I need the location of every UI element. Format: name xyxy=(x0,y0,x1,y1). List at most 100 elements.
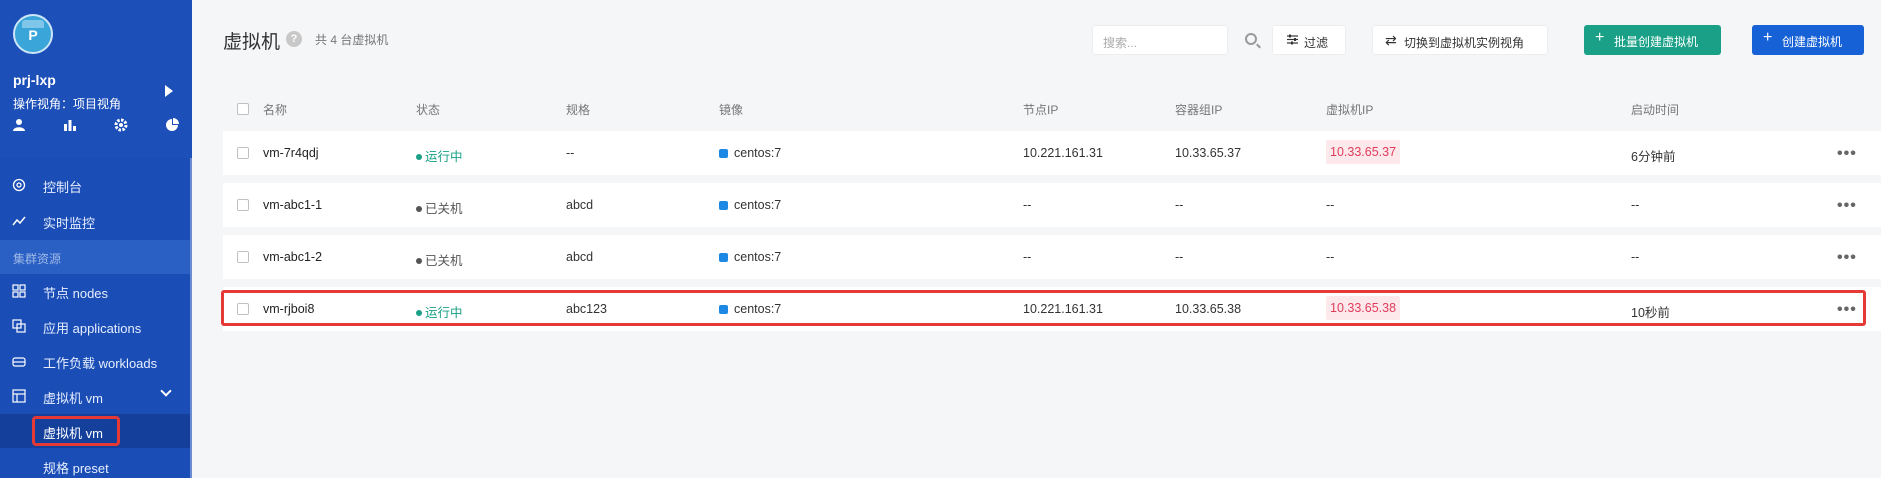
vm-name-link[interactable]: vm-rjboi8 xyxy=(263,302,314,316)
more-actions-icon[interactable]: ••• xyxy=(1837,249,1857,267)
user-icon[interactable] xyxy=(10,118,28,136)
sidebar-item-workloads[interactable]: 工作负载 workloads xyxy=(0,344,190,378)
sidebar-item-label: 实时监控 xyxy=(43,216,96,231)
expand-arrow-icon[interactable] xyxy=(165,85,173,97)
sidebar-menu: 控制台 实时监控 集群资源 节点 nodes 应用 applications 工… xyxy=(0,158,190,478)
sidebar-item-label: 规格 preset xyxy=(43,461,109,476)
switch-view-button[interactable]: ⇄ 切换到虚拟机实例视角 xyxy=(1372,25,1548,55)
table-row[interactable]: vm-abc1-2 已关机 abcd centos:7 -- -- -- -- … xyxy=(223,235,1881,279)
col-vm-ip: 虚拟机IP xyxy=(1326,103,1374,117)
status-badge: 已关机 xyxy=(416,250,463,269)
row-checkbox[interactable] xyxy=(237,147,249,159)
row-checkbox[interactable] xyxy=(237,303,249,315)
sidebar-item-nodes[interactable]: 节点 nodes xyxy=(0,274,190,308)
status-badge: 运行中 xyxy=(416,302,463,321)
sidebar-item-label: 控制台 xyxy=(43,180,83,195)
create-vm-button[interactable]: + 创建虚拟机 xyxy=(1752,25,1864,55)
spec-value: abcd xyxy=(566,198,594,212)
plus-icon: + xyxy=(1595,29,1605,46)
col-pod-ip: 容器组IP xyxy=(1175,103,1223,117)
more-actions-icon[interactable]: ••• xyxy=(1837,197,1857,215)
page-title: 虚拟机 xyxy=(223,32,281,53)
gear-icon[interactable] xyxy=(112,118,130,136)
vm-count: 共 4 台虚拟机 xyxy=(315,33,389,47)
grid-icon xyxy=(12,284,26,298)
sidebar-item-label: 节点 nodes xyxy=(43,286,109,301)
chevron-down-icon xyxy=(160,385,172,397)
sliders-icon xyxy=(1286,33,1299,48)
status-badge: 已关机 xyxy=(416,198,463,217)
row-checkbox[interactable] xyxy=(237,199,249,211)
table-row[interactable]: vm-7r4qdj 运行中 -- centos:7 10.221.161.31 … xyxy=(223,131,1881,175)
pod-ip-value: -- xyxy=(1175,198,1184,212)
sidebar-header: P prj-lxp 操作视角：项目视角 xyxy=(0,0,192,158)
status-badge: 运行中 xyxy=(416,146,463,165)
section-header: 集群资源 xyxy=(0,240,190,274)
vm-ip-tag: 10.33.65.37 xyxy=(1326,140,1401,164)
avatar-letter: P xyxy=(28,27,38,43)
status-dot xyxy=(416,258,422,264)
more-actions-icon[interactable]: ••• xyxy=(1837,145,1857,163)
create-vm-label: 创建虚拟机 xyxy=(1782,35,1843,49)
image-value: centos:7 xyxy=(719,146,781,160)
list-icon xyxy=(12,389,26,403)
dashboard-icon xyxy=(12,178,26,192)
pod-ip-value: -- xyxy=(1175,250,1184,264)
table-row[interactable]: vm-abc1-1 已关机 abcd centos:7 -- -- -- -- … xyxy=(223,183,1881,227)
sidebar-scrollbar[interactable] xyxy=(190,158,192,478)
sidebar-item-vm-group[interactable]: 虚拟机 vm xyxy=(0,379,190,413)
vm-ip-tag: 10.33.65.38 xyxy=(1326,296,1401,320)
start-time-value: 10秒前 xyxy=(1631,306,1670,320)
node-ip-value: 10.221.161.31 xyxy=(1023,302,1103,316)
table-header: 名称 状态 规格 镜像 节点IP 容器组IP 虚拟机IP 启动时间 xyxy=(223,93,1881,123)
trend-line-icon xyxy=(12,216,26,226)
copy-icon xyxy=(12,319,26,333)
avatar[interactable]: P xyxy=(13,14,53,54)
node-ip-value: 10.221.161.31 xyxy=(1023,146,1103,160)
filter-label: 过滤 xyxy=(1304,36,1329,50)
node-ip-value: -- xyxy=(1023,198,1032,212)
vm-name-link[interactable]: vm-7r4qdj xyxy=(263,146,319,160)
bar-chart-icon[interactable] xyxy=(61,118,79,136)
start-time-value: -- xyxy=(1631,250,1640,264)
col-name[interactable]: 名称 xyxy=(263,101,287,118)
vm-ip-value: -- xyxy=(1326,250,1335,264)
sidebar-item-preset[interactable]: 规格 preset xyxy=(0,449,190,478)
spec-value: abc123 xyxy=(566,302,608,316)
start-time-value: 6分钟前 xyxy=(1631,150,1676,164)
sidebar-item-label: 工作负载 workloads xyxy=(43,356,158,371)
batch-create-button[interactable]: + 批量创建虚拟机 xyxy=(1584,25,1721,55)
sidebar-item-applications[interactable]: 应用 applications xyxy=(0,309,190,343)
sidebar-item-dashboard[interactable]: 控制台 xyxy=(0,168,190,202)
col-node-ip: 节点IP xyxy=(1023,103,1059,117)
disk-icon xyxy=(12,357,26,367)
sidebar-item-label: 虚拟机 vm xyxy=(43,391,103,406)
pod-ip-value: 10.33.65.37 xyxy=(1175,146,1242,160)
table-row[interactable]: vm-rjboi8 运行中 abc123 centos:7 10.221.161… xyxy=(223,287,1881,331)
sidebar-item-monitoring[interactable]: 实时监控 xyxy=(0,204,190,238)
vm-name-link[interactable]: vm-abc1-2 xyxy=(263,250,322,264)
spec-value: abcd xyxy=(566,250,594,264)
help-icon[interactable]: ? xyxy=(286,31,302,47)
more-actions-icon[interactable]: ••• xyxy=(1837,301,1857,319)
vm-ip-value: -- xyxy=(1326,198,1335,212)
switch-view-label: 切换到虚拟机实例视角 xyxy=(1404,36,1525,50)
select-all-checkbox[interactable] xyxy=(237,103,249,115)
sidebar-icon-bar xyxy=(0,118,192,142)
status-dot xyxy=(416,206,422,212)
swap-icon: ⇄ xyxy=(1385,32,1397,48)
vm-name-link[interactable]: vm-abc1-1 xyxy=(263,198,322,212)
view-label: 操作视角：项目视角 xyxy=(13,97,122,111)
status-dot xyxy=(416,310,422,316)
row-checkbox[interactable] xyxy=(237,251,249,263)
image-value: centos:7 xyxy=(719,198,781,212)
filter-button[interactable]: 过滤 xyxy=(1272,25,1346,55)
active-item-highlight xyxy=(32,416,120,446)
search-icon[interactable] xyxy=(1245,33,1257,45)
sidebar: P prj-lxp 操作视角：项目视角 控制台 实时监控 集群资源 节点 nod… xyxy=(0,0,192,478)
sidebar-item-vm[interactable]: 虚拟机 vm xyxy=(0,414,190,448)
image-value: centos:7 xyxy=(719,302,781,316)
col-start-time[interactable]: 启动时间 xyxy=(1631,101,1679,118)
pie-chart-icon[interactable] xyxy=(163,118,181,136)
search-input[interactable]: 搜索... xyxy=(1092,25,1228,55)
